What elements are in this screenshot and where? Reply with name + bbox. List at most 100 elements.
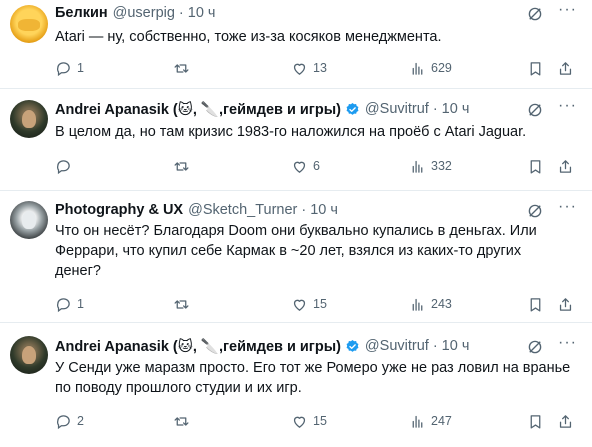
grok-icon[interactable] <box>526 338 544 356</box>
reply-icon <box>57 159 70 174</box>
tweet-header: Andrei Apanasik (🐱, 🔪,геймдев и игры) @S… <box>55 337 469 355</box>
views-count: 247 <box>431 414 452 428</box>
grok-icon[interactable] <box>526 202 544 220</box>
author-handle[interactable]: @userpig <box>113 5 175 21</box>
timestamp[interactable]: 10 ч <box>188 5 216 21</box>
grok-icon[interactable] <box>526 5 544 23</box>
tweet-text-line: У Сенди уже маразм просто. Его тот же Ро… <box>55 360 571 376</box>
action-bar: 1 13 629 <box>55 58 575 78</box>
reply-icon <box>57 414 70 429</box>
tweet-header: Andrei Apanasik (🐱, 🔪,геймдев и игры) @S… <box>55 100 469 118</box>
share-icon <box>559 61 572 75</box>
views-count: 243 <box>431 297 452 311</box>
retweet-button[interactable] <box>173 156 195 176</box>
reply-button[interactable]: 2 <box>55 411 84 431</box>
tweet-3[interactable]: Andrei Apanasik (🐱, 🔪,геймдев и игры) @S… <box>0 323 592 447</box>
verified-badge-icon <box>346 339 359 352</box>
like-count: 6 <box>313 159 320 173</box>
reply-icon <box>57 297 70 312</box>
views-button[interactable]: 332 <box>409 156 452 176</box>
bookmark-button[interactable] <box>527 58 544 78</box>
share-button[interactable] <box>557 294 574 314</box>
reply-button[interactable]: 1 <box>55 294 84 314</box>
like-icon <box>293 161 306 173</box>
like-button[interactable]: 15 <box>291 411 327 431</box>
verified-badge-icon <box>346 102 359 115</box>
more-icon[interactable]: ··· <box>558 98 577 114</box>
retweet-icon <box>174 416 189 426</box>
tweet-text-line: Что он несёт? Благодаря Doom они букваль… <box>55 223 537 239</box>
tweet-1[interactable]: Andrei Apanasik (🐱, 🔪,геймдев и игры) @S… <box>0 89 592 190</box>
views-button[interactable]: 629 <box>409 58 452 78</box>
like-button[interactable]: 15 <box>291 294 327 314</box>
tweet-text: Atari — ну, собственно, тоже из-за косяк… <box>55 27 575 47</box>
like-button[interactable]: 6 <box>291 156 320 176</box>
author-name[interactable]: Белкин <box>55 5 108 21</box>
author-name[interactable]: Photography & UX <box>55 202 183 218</box>
reply-count: 2 <box>77 414 84 428</box>
reply-button[interactable]: 1 <box>55 58 84 78</box>
tweet-header: Белкин @userpig · 10 ч <box>55 4 215 22</box>
tweet-2[interactable]: Photography & UX @Sketch_Turner · 10 ч ·… <box>0 191 592 322</box>
tweet-text-line: денег? <box>55 263 101 279</box>
tweet-text: Что он несёт? Благодаря Doom они букваль… <box>55 221 575 281</box>
avatar[interactable] <box>10 5 48 43</box>
views-count: 629 <box>431 61 452 75</box>
bookmark-button[interactable] <box>527 156 544 176</box>
author-handle[interactable]: @Suvitruf <box>365 338 429 354</box>
timestamp[interactable]: 10 ч <box>310 202 338 218</box>
avatar[interactable] <box>10 100 48 138</box>
author-handle[interactable]: @Sketch_Turner <box>188 202 297 218</box>
tweet-header: Photography & UX @Sketch_Turner · 10 ч <box>55 201 338 219</box>
like-count: 13 <box>313 61 327 75</box>
more-icon[interactable]: ··· <box>558 335 577 351</box>
retweet-button[interactable] <box>173 411 195 431</box>
views-icon <box>412 160 423 173</box>
author-name[interactable]: Andrei Apanasik (🐱, 🔪,геймдев и игры) <box>55 101 341 118</box>
views-button[interactable]: 243 <box>409 294 452 314</box>
timestamp[interactable]: 10 ч <box>442 338 470 354</box>
separator-dot: · <box>301 202 307 218</box>
author-name[interactable]: Andrei Apanasik (🐱, 🔪,геймдев и игры) <box>55 338 341 355</box>
tweet-0[interactable]: Белкин @userpig · 10 ч ··· Atari — ну, с… <box>0 0 592 88</box>
tweet-text-line: В целом да, но там кризис 1983-го наложи… <box>55 124 527 140</box>
views-icon <box>412 298 423 311</box>
action-bar: 6 332 <box>55 156 575 176</box>
retweet-icon <box>174 161 189 171</box>
like-icon <box>293 416 306 428</box>
author-handle[interactable]: @Suvitruf <box>365 101 429 117</box>
share-button[interactable] <box>557 411 574 431</box>
retweet-button[interactable] <box>173 58 195 78</box>
tweet-text-line: по поводу прошлого студии и их игр. <box>55 380 302 396</box>
tweet-text-line: Феррари, что купил себе Кармак в ~20 лет… <box>55 243 522 259</box>
views-button[interactable]: 247 <box>409 411 452 431</box>
grok-icon[interactable] <box>526 101 544 119</box>
share-button[interactable] <box>557 58 574 78</box>
retweet-button[interactable] <box>173 294 195 314</box>
like-count: 15 <box>313 414 327 428</box>
avatar[interactable] <box>10 201 48 239</box>
timestamp[interactable]: 10 ч <box>442 101 470 117</box>
reply-count: 1 <box>77 297 84 311</box>
bookmark-button[interactable] <box>527 294 544 314</box>
like-button[interactable]: 13 <box>291 58 327 78</box>
more-icon[interactable]: ··· <box>558 199 577 215</box>
share-button[interactable] <box>557 156 574 176</box>
bookmark-button[interactable] <box>527 411 544 431</box>
views-count: 332 <box>431 159 452 173</box>
like-icon <box>293 299 306 311</box>
reply-count: 1 <box>77 61 84 75</box>
tweet-text-line: Atari — ну, собственно, тоже из-за косяк… <box>55 29 442 45</box>
reply-button[interactable] <box>55 156 77 176</box>
avatar[interactable] <box>10 336 48 374</box>
like-count: 15 <box>313 297 327 311</box>
more-icon[interactable]: ··· <box>558 2 577 18</box>
views-icon <box>412 62 423 75</box>
retweet-icon <box>174 63 189 73</box>
bookmark-icon <box>530 159 541 174</box>
share-icon <box>559 414 572 428</box>
share-icon <box>559 297 572 311</box>
like-icon <box>293 63 306 75</box>
bookmark-icon <box>530 297 541 312</box>
action-bar: 2 15 247 <box>55 411 575 431</box>
